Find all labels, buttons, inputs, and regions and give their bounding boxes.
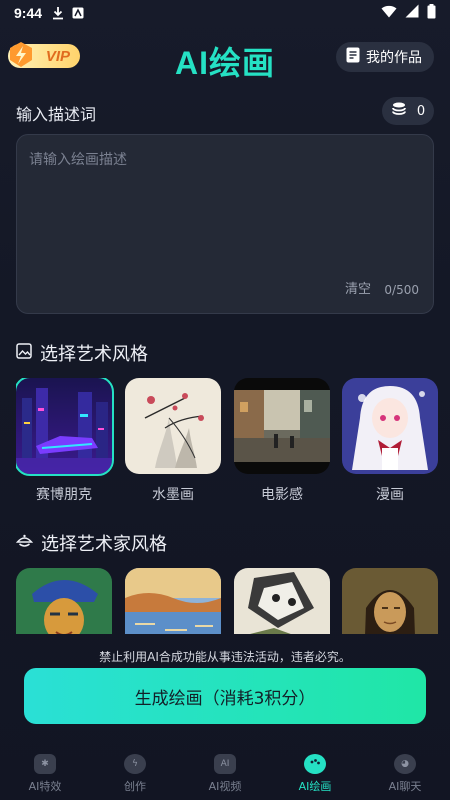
style-thumbnail [234,378,330,474]
description-label: 输入描述词 [16,105,97,124]
palette-icon [304,754,326,774]
artist-style-title: 选择艺术家风格 [41,534,167,555]
style-cinematic[interactable]: 电影感 [234,378,330,504]
artist-style-list [16,568,450,634]
art-style-heading: 选择艺术风格 [16,340,148,366]
download-icon [52,6,64,20]
char-count: 0/500 [384,283,419,297]
tab-ai-video[interactable]: AI AI视频 [195,748,255,794]
status-time: 9:44 [14,5,43,21]
tab-label: AI特效 [28,780,62,793]
my-works-button[interactable]: 我的作品 [336,42,434,72]
generate-button[interactable]: 生成绘画（消耗3积分） [24,668,426,724]
tab-label: AI绘画 [298,780,332,793]
art-style-title: 选择艺术风格 [40,344,148,365]
artist-style-heading: 选择艺术家风格 [15,530,167,556]
tab-ai-painting[interactable]: AI绘画 [285,748,345,794]
header: VIP AI绘画 我的作品 [0,34,450,81]
document-icon [346,47,360,67]
style-thumbnail [16,378,114,476]
tab-create[interactable]: ϟ 创作 [105,748,165,794]
tab-ai-effects[interactable]: ✱ AI特效 [15,748,75,794]
style-thumbnail [342,378,438,474]
signal-icon [405,4,419,22]
artist-style-item[interactable] [234,568,330,634]
bulb-icon: ϟ [124,754,146,774]
style-label: 赛博朋克 [36,487,92,503]
credits-count: 0 [416,103,426,119]
legal-notice: 禁止利用AI合成功能从事违法活动，违者必究。 [99,650,351,664]
my-works-label: 我的作品 [366,50,422,66]
style-label: 电影感 [261,487,303,503]
style-label: 漫画 [376,487,404,503]
chat-icon: ◕ [394,754,416,774]
artist-style-item[interactable] [125,568,221,634]
clear-button[interactable]: 清空 [345,278,371,297]
style-cyberpunk[interactable]: 赛博朋克 [16,378,114,504]
tab-label: AI聊天 [388,780,422,793]
description-placeholder: 请输入绘画描述 [29,152,127,168]
style-ink-painting[interactable]: 水墨画 [125,378,221,504]
status-bar: 9:44 [0,0,450,26]
credits-badge[interactable]: 0 [382,97,434,125]
tab-ai-chat[interactable]: ◕ AI聊天 [375,748,435,794]
artist-style-item[interactable] [342,568,438,634]
coin-stack-icon [391,101,407,121]
artist-style-item[interactable] [16,568,112,634]
style-comic[interactable]: 漫画 [342,378,438,504]
video-icon: AI [214,754,236,774]
sparkle-icon: ✱ [34,754,56,774]
tab-label: 创作 [124,780,146,793]
wifi-icon [381,5,397,22]
style-thumbnail [125,378,221,474]
description-input[interactable]: 请输入绘画描述 清空 0/500 [16,134,434,314]
bottom-tab-bar: ✱ AI特效 ϟ 创作 AI AI视频 AI绘画 ◕ AI聊天 [0,748,450,800]
art-style-list: 赛博朋克 水墨画 电影感 漫画 [16,378,450,506]
style-label: 水墨画 [152,487,194,503]
battery-icon [427,3,436,23]
image-icon [16,342,32,364]
generate-button-label: 生成绘画（消耗3积分） [134,688,316,709]
tab-label: AI视频 [208,780,242,793]
beret-icon [15,533,34,554]
app-notification-icon [72,7,84,19]
